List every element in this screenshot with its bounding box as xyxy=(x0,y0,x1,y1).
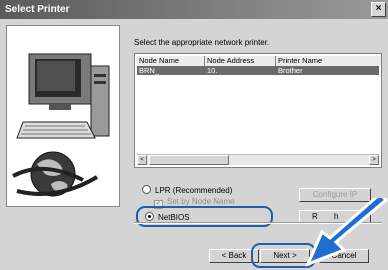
column-printer-name[interactable]: Printer Name xyxy=(276,56,381,66)
scroll-left-button[interactable]: < xyxy=(137,155,147,165)
cell-node-name: BRN_ xyxy=(139,66,160,75)
lpr-option[interactable]: LPR (Recommended) xyxy=(142,185,232,195)
computer-illustration xyxy=(7,26,119,206)
title-bar: Select Printer × xyxy=(0,0,388,19)
set-by-node-label: Set by Node Name xyxy=(167,197,235,206)
column-node-name[interactable]: Node Name xyxy=(137,56,205,66)
table-row[interactable]: BRN_ 10. Brother xyxy=(137,66,379,75)
wizard-illustration xyxy=(6,25,120,207)
lpr-label: LPR (Recommended) xyxy=(155,186,233,195)
scroll-thumb[interactable] xyxy=(149,155,229,165)
arrow-right-icon: > xyxy=(372,157,376,163)
scroll-right-button[interactable]: > xyxy=(369,155,379,165)
arrow-pointer-icon xyxy=(305,198,388,267)
cell-printer-name: Brother xyxy=(278,66,303,75)
close-icon: × xyxy=(375,3,382,14)
list-header: Node Name Node Address Printer Name xyxy=(137,56,381,66)
window-title: Select Printer xyxy=(5,4,70,15)
close-button[interactable]: × xyxy=(371,2,386,17)
arrow-left-icon: < xyxy=(140,157,144,163)
lpr-radio[interactable] xyxy=(142,185,151,194)
horizontal-scrollbar[interactable]: < > xyxy=(137,154,379,165)
column-node-address[interactable]: Node Address xyxy=(205,56,276,66)
cell-node-address: 10. xyxy=(207,66,218,75)
instruction-text: Select the appropriate network printer. xyxy=(134,38,270,47)
printer-list[interactable]: Node Name Node Address Printer Name BRN_… xyxy=(134,53,382,168)
